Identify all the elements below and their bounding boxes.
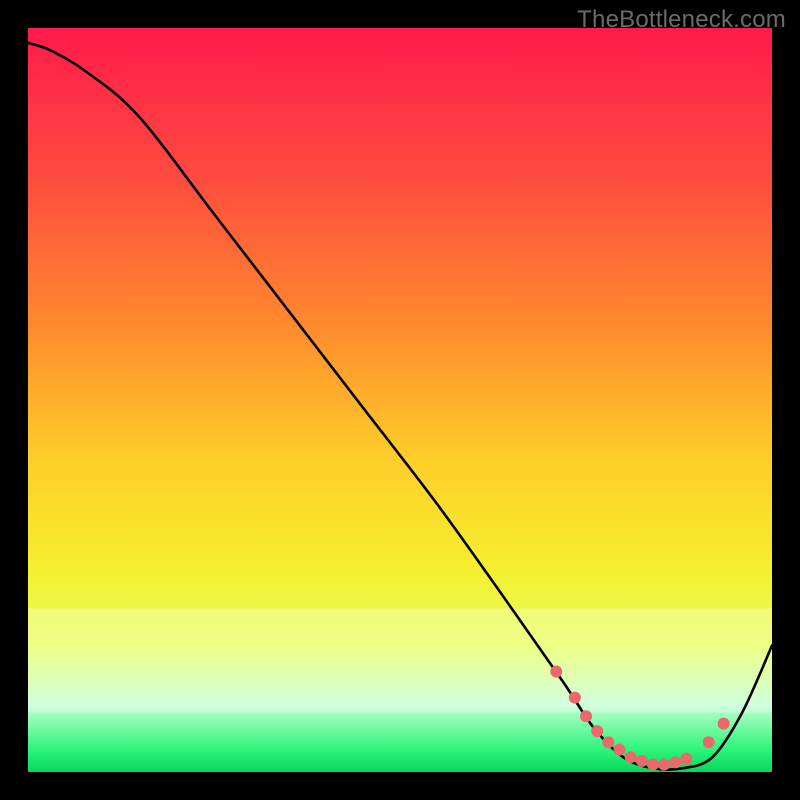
marker-dot	[703, 736, 715, 748]
marker-dot	[636, 755, 648, 767]
glow-band	[28, 608, 772, 712]
marker-dot	[569, 692, 581, 704]
marker-dot	[613, 744, 625, 756]
chart-svg	[28, 28, 772, 772]
chart-frame: TheBottleneck.com	[0, 0, 800, 800]
marker-dot	[550, 666, 562, 678]
marker-dot	[680, 753, 692, 765]
plot-area	[28, 28, 772, 772]
marker-dot	[602, 736, 614, 748]
watermark-text: TheBottleneck.com	[577, 6, 786, 34]
marker-dot	[658, 759, 670, 771]
marker-dot	[647, 759, 659, 771]
marker-dot	[718, 718, 730, 730]
marker-dot	[580, 710, 592, 722]
marker-dot	[669, 756, 681, 768]
marker-dot	[591, 725, 603, 737]
marker-dot	[625, 751, 637, 763]
